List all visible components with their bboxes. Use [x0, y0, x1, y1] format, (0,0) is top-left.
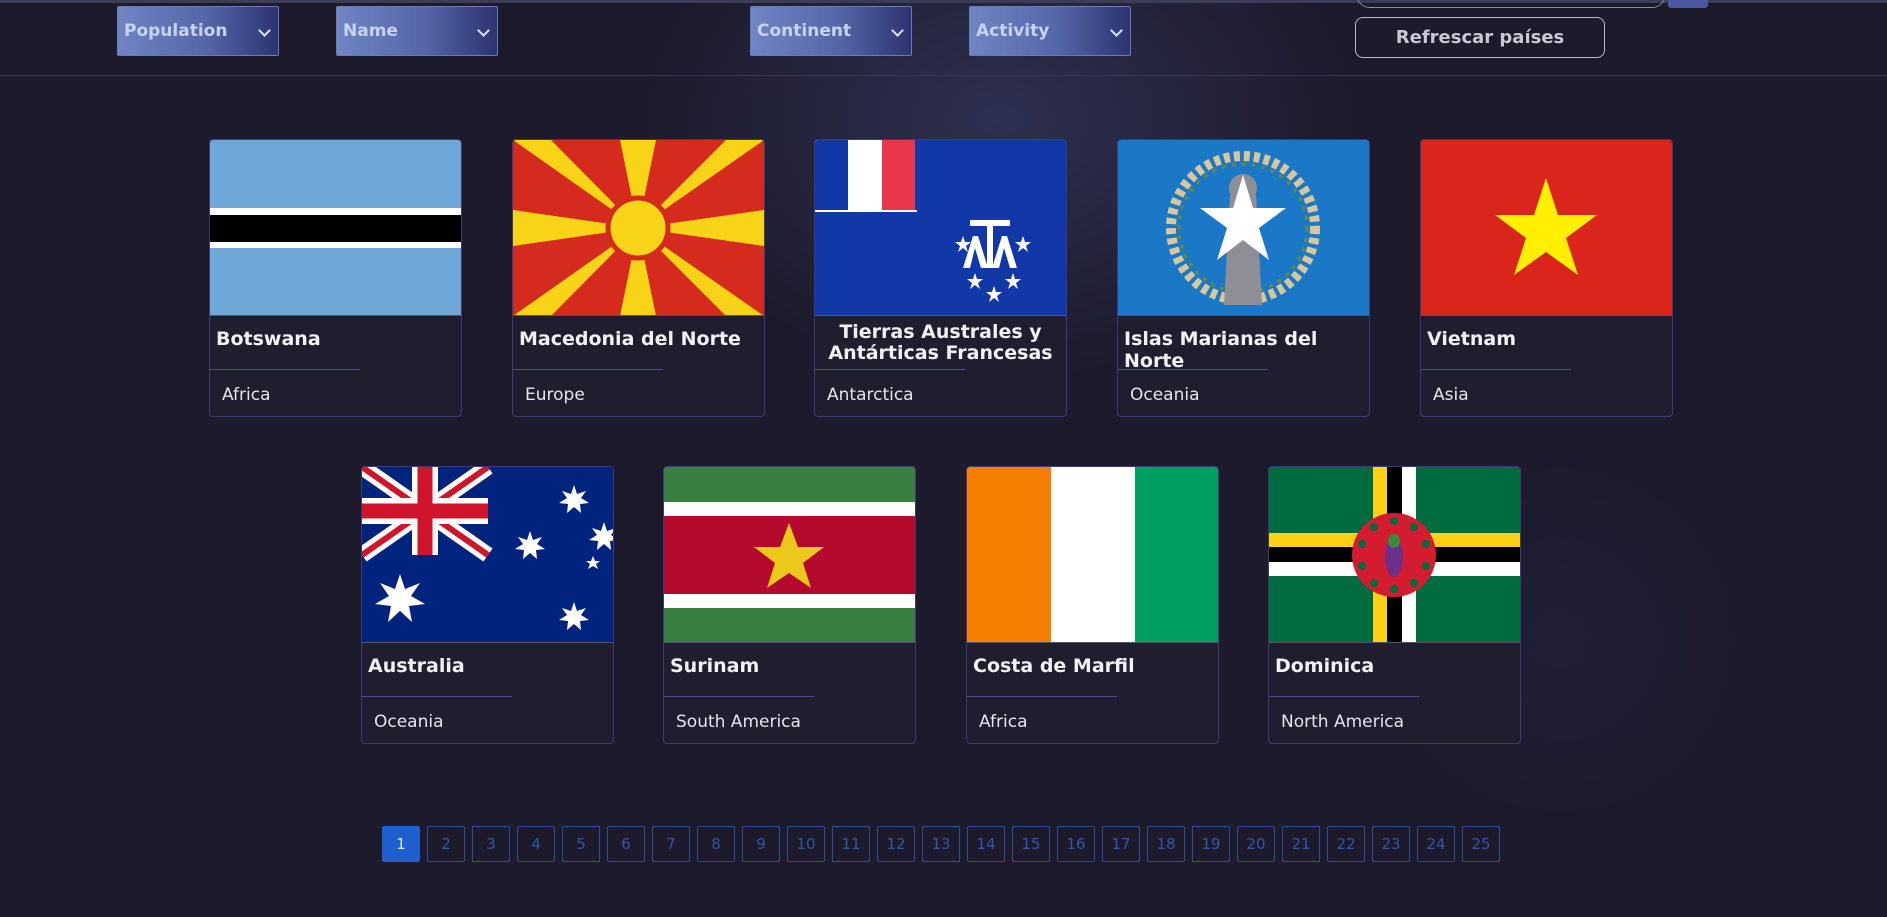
- pagination: 1 2 3 4 5 6 7 8 9 10 11 12 13 14 15 16 1…: [382, 826, 1500, 862]
- card-divider: [815, 369, 965, 370]
- page-button-19[interactable]: 19: [1192, 826, 1230, 862]
- name-filter-select[interactable]: Name: [336, 6, 498, 56]
- country-name: Macedonia del Norte: [519, 328, 741, 350]
- page-button-9[interactable]: 9: [742, 826, 780, 862]
- country-continent: Europe: [525, 385, 585, 405]
- page-button-11[interactable]: 11: [832, 826, 870, 862]
- australia-flag: [362, 467, 613, 643]
- page-button-25[interactable]: 25: [1462, 826, 1500, 862]
- country-card[interactable]: Costa de Marfil Africa: [966, 466, 1219, 744]
- page-button-8[interactable]: 8: [697, 826, 735, 862]
- card-divider: [1269, 696, 1419, 697]
- country-card[interactable]: Australia Oceania: [361, 466, 614, 744]
- country-continent: Africa: [979, 712, 1028, 732]
- page-button-18[interactable]: 18: [1147, 826, 1185, 862]
- page-button-5[interactable]: 5: [562, 826, 600, 862]
- page-button-1[interactable]: 1: [382, 826, 420, 862]
- country-name: Tierras Australes y Antárticas Francesas: [828, 321, 1053, 364]
- ivory-coast-flag: [967, 467, 1218, 643]
- card-divider: [1118, 369, 1268, 370]
- country-card[interactable]: Vietnam Asia: [1420, 139, 1673, 417]
- activity-filter-select[interactable]: Activity: [969, 6, 1131, 56]
- country-continent: Antarctica: [827, 385, 914, 405]
- continent-filter-select[interactable]: Continent: [750, 6, 912, 56]
- country-continent: Oceania: [374, 712, 444, 732]
- dominica-flag: [1269, 467, 1520, 643]
- page-button-10[interactable]: 10: [787, 826, 825, 862]
- page-button-24[interactable]: 24: [1417, 826, 1455, 862]
- northern-mariana-islands-flag: [1118, 140, 1369, 316]
- country-continent: Asia: [1433, 385, 1469, 405]
- country-card[interactable]: Surinam South America: [663, 466, 916, 744]
- french-southern-lands-flag: [815, 140, 1066, 316]
- country-continent: South America: [676, 712, 801, 732]
- country-name: Australia: [368, 655, 465, 677]
- page-button-16[interactable]: 16: [1057, 826, 1095, 862]
- name-filter-label: Name: [343, 21, 398, 41]
- country-name: Surinam: [670, 655, 760, 677]
- country-continent: North America: [1281, 712, 1405, 732]
- search-input[interactable]: [1356, 0, 1666, 8]
- page-button-17[interactable]: 17: [1102, 826, 1140, 862]
- country-name: Costa de Marfil: [973, 655, 1135, 677]
- vietnam-flag: [1421, 140, 1672, 316]
- page-button-22[interactable]: 22: [1327, 826, 1365, 862]
- population-filter-select[interactable]: Population: [117, 6, 279, 56]
- page-button-7[interactable]: 7: [652, 826, 690, 862]
- activity-filter-label: Activity: [976, 21, 1050, 41]
- country-card[interactable]: Botswana Africa: [209, 139, 462, 417]
- page-button-23[interactable]: 23: [1372, 826, 1410, 862]
- continent-filter-label: Continent: [757, 21, 852, 41]
- filter-bar: Population Name Continent Activity Refre…: [0, 0, 1887, 76]
- search-button[interactable]: [1668, 0, 1708, 8]
- page-button-12[interactable]: 12: [877, 826, 915, 862]
- country-continent: Africa: [222, 385, 271, 405]
- page-button-4[interactable]: 4: [517, 826, 555, 862]
- card-divider: [1421, 369, 1571, 370]
- card-divider: [210, 369, 360, 370]
- page-button-3[interactable]: 3: [472, 826, 510, 862]
- page-button-20[interactable]: 20: [1237, 826, 1275, 862]
- page-button-21[interactable]: 21: [1282, 826, 1320, 862]
- country-name: Botswana: [216, 328, 321, 350]
- suriname-flag: [664, 467, 915, 643]
- page-button-13[interactable]: 13: [922, 826, 960, 862]
- country-card[interactable]: Tierras Australes y Antárticas Francesas…: [814, 139, 1067, 417]
- page-button-6[interactable]: 6: [607, 826, 645, 862]
- botswana-flag: [210, 140, 461, 316]
- country-card[interactable]: Macedonia del Norte Europe: [512, 139, 765, 417]
- chevron-down-icon: [258, 24, 271, 37]
- refresh-countries-button[interactable]: Refrescar países: [1355, 17, 1605, 58]
- country-name: Vietnam: [1427, 328, 1516, 350]
- card-divider: [513, 369, 663, 370]
- country-card[interactable]: Dominica North America: [1268, 466, 1521, 744]
- chevron-down-icon: [891, 24, 904, 37]
- chevron-down-icon: [1110, 24, 1123, 37]
- population-filter-label: Population: [124, 21, 228, 41]
- chevron-down-icon: [477, 24, 490, 37]
- page-button-14[interactable]: 14: [967, 826, 1005, 862]
- card-divider: [664, 696, 814, 697]
- country-name: Dominica: [1275, 655, 1375, 677]
- country-continent: Oceania: [1130, 385, 1200, 405]
- country-name: Islas Marianas del Norte: [1124, 328, 1318, 372]
- page-button-15[interactable]: 15: [1012, 826, 1050, 862]
- card-divider: [362, 696, 512, 697]
- page-button-2[interactable]: 2: [427, 826, 465, 862]
- north-macedonia-flag: [513, 140, 764, 316]
- card-divider: [967, 696, 1117, 697]
- country-card[interactable]: Islas Marianas del Norte Oceania: [1117, 139, 1370, 417]
